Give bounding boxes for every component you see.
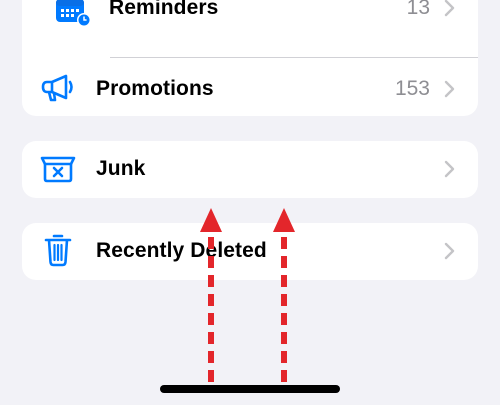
home-indicator[interactable] [160,385,340,393]
mailbox-row-promotions[interactable]: Promotions 153 [22,58,478,116]
mailbox-row-junk[interactable]: Junk [22,141,478,198]
trash-icon [44,233,72,272]
unread-count-promotions: 153 [394,77,430,100]
chevron-right-icon [444,0,455,17]
chevron-right-icon [444,242,455,260]
mailbox-label-junk: Junk [96,157,146,180]
chevron-right-icon [444,160,455,178]
junk-box-icon [40,155,76,188]
mailbox-row-reminders[interactable]: Reminders 13 [22,0,478,58]
unread-count-reminders: 13 [406,0,430,19]
calendar-clock-icon [55,0,93,32]
chevron-right-icon [444,80,455,98]
mailbox-label-recently-deleted: Recently Deleted [96,239,267,262]
megaphone-icon [40,74,74,107]
mailbox-label-reminders: Reminders [109,0,219,19]
mailbox-group-card: Reminders 13 Promotions 153 [22,0,478,116]
mailbox-row-recently-deleted[interactable]: Recently Deleted [22,223,478,280]
mailbox-label-promotions: Promotions [96,77,214,100]
